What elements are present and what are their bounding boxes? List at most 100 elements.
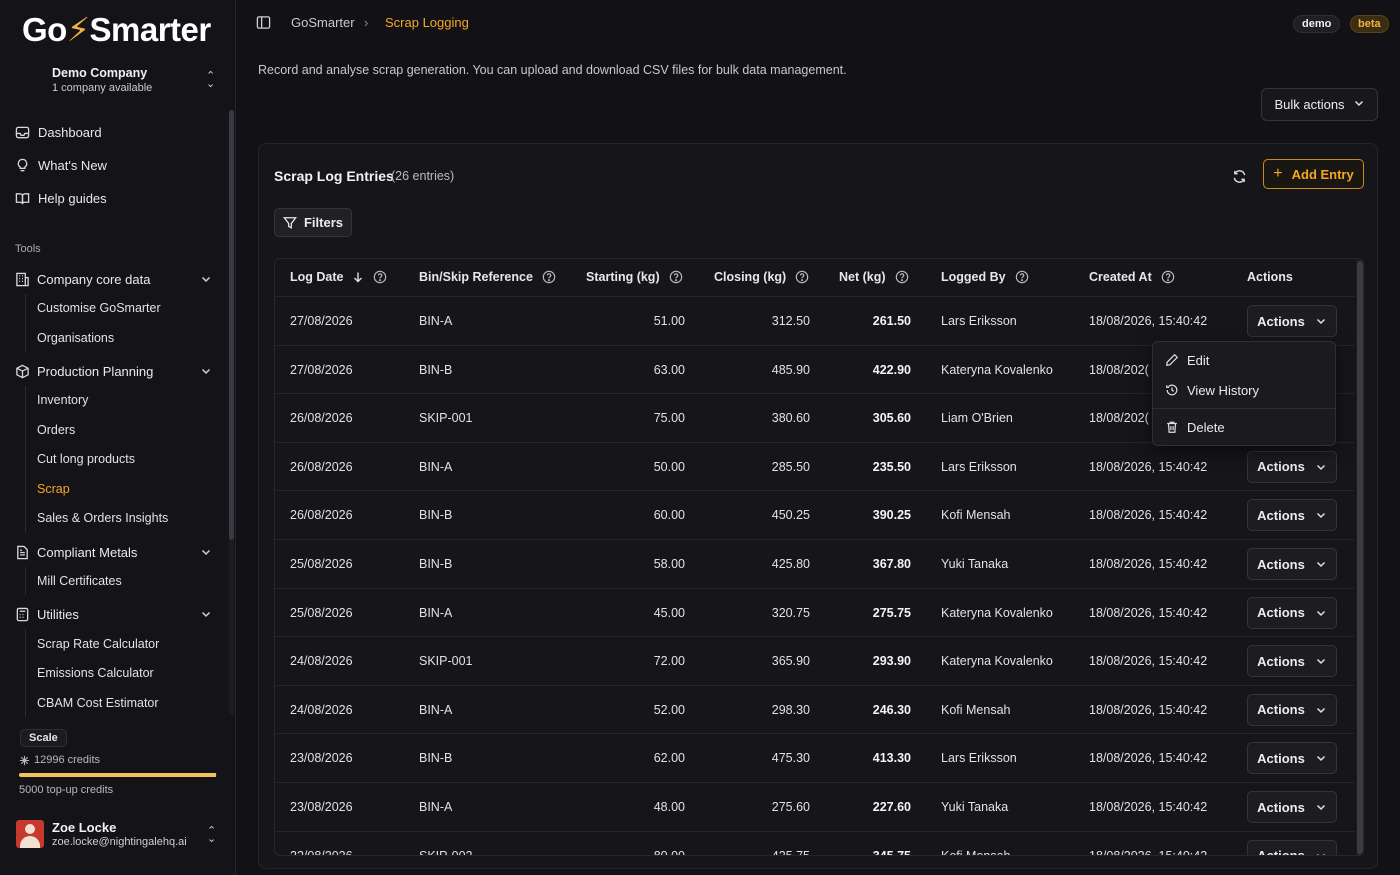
scrap-log-card: Scrap Log Entries (26 entries) + Add Entr… <box>258 143 1378 869</box>
sidebar: Go⚡Smarter Demo Company 1 company availa… <box>0 0 236 875</box>
gosmarter-logo[interactable]: Go⚡Smarter <box>22 10 211 49</box>
sidebar-group-compliant-metals[interactable]: Compliant Metals <box>14 540 214 564</box>
table-row[interactable]: 26/08/2026 BIN-B 60.00 450.25 390.25 Kofi Men… <box>275 491 1355 540</box>
add-entry-button[interactable]: + Add Entry <box>1263 159 1364 189</box>
row-actions-button[interactable]: Actions <box>1247 450 1337 483</box>
user-menu[interactable]: Zoe Locke zoe.locke@nightingalehq.ai ⌃ ⌄ <box>14 818 224 852</box>
sidebar-item-sales-insights[interactable]: Sales & Orders Insights <box>37 511 168 525</box>
table-row[interactable]: 25/08/2026 BIN-B 58.00 425.80 367.80 Yuki Tan… <box>275 540 1355 589</box>
cell-starting: 50.00 <box>653 459 685 474</box>
sparkle-icon <box>19 755 30 766</box>
sidebar-label: Help guides <box>38 190 107 206</box>
sidebar-label: Utilities <box>37 606 79 622</box>
company-name: Demo Company <box>52 66 148 80</box>
cell-log-date: 24/08/2026 <box>290 654 353 669</box>
row-actions-button[interactable]: Actions <box>1247 645 1337 678</box>
sidebar-label: Compliant Metals <box>37 544 138 560</box>
row-actions-button[interactable]: Actions <box>1247 305 1337 337</box>
help-circle-icon[interactable] <box>1015 270 1029 284</box>
row-actions-button[interactable]: Actions <box>1247 596 1337 629</box>
row-actions-button[interactable]: Actions <box>1247 791 1337 823</box>
bulk-actions-label: Bulk actions <box>1274 97 1345 112</box>
sidebar-item-cbam-cost-estimator[interactable]: CBAM Cost Estimator <box>37 696 159 710</box>
cell-net: 345.75 <box>872 848 911 856</box>
filters-button[interactable]: Filters <box>274 208 352 237</box>
sidebar-item-dashboard[interactable]: Dashboard <box>14 120 102 144</box>
sidebar-item-mill-certificates[interactable]: Mill Certificates <box>37 574 122 588</box>
sidebar-item-inventory[interactable]: Inventory <box>37 393 88 407</box>
menu-item-delete[interactable]: Delete <box>1165 416 1225 438</box>
column-header-created-at[interactable]: Created At <box>1089 270 1175 284</box>
menu-item-edit[interactable]: Edit <box>1165 349 1209 371</box>
sidebar-item-scrap-rate-calculator[interactable]: Scrap Rate Calculator <box>37 637 159 651</box>
company-switcher[interactable]: Demo Company 1 company available <box>52 66 222 94</box>
table-row[interactable]: 26/08/2026 BIN-A 50.00 285.50 235.50 Lars Eri… <box>275 443 1355 492</box>
help-circle-icon[interactable] <box>373 270 387 284</box>
sidebar-item-help-guides[interactable]: Help guides <box>14 186 107 210</box>
table-row[interactable]: 23/08/2026 BIN-B 62.00 475.30 413.30 Lars Eri… <box>275 734 1355 783</box>
row-actions-button[interactable]: Actions <box>1247 499 1337 532</box>
cell-log-date: 23/08/2026 <box>290 751 353 766</box>
inbox-icon <box>14 124 30 140</box>
table-row[interactable]: 24/08/2026 BIN-A 52.00 298.30 246.30 Kofi Men… <box>275 686 1355 735</box>
cell-log-date: 26/08/2026 <box>290 508 353 523</box>
table-row[interactable]: 25/08/2026 BIN-A 45.00 320.75 275.75 Kateryna… <box>275 589 1355 638</box>
table-row[interactable]: 24/08/2026 SKIP-001 72.00 365.90 293.90 Kater… <box>275 637 1355 686</box>
sidebar-toggle-icon[interactable] <box>256 15 271 33</box>
topup-credits: 5000 top-up credits <box>19 784 114 796</box>
chevron-up-down-icon[interactable]: ⌃ ⌄ <box>207 826 216 845</box>
sidebar-item-whats-new[interactable]: What's New <box>14 153 107 177</box>
box-icon <box>14 363 30 379</box>
table-row[interactable]: 27/08/2026 BIN-A 51.00 312.50 261.50 Lars Eri… <box>275 297 1355 346</box>
menu-item-view-history[interactable]: View History <box>1165 379 1259 401</box>
actions-label: Actions <box>1257 556 1305 572</box>
help-circle-icon[interactable] <box>795 270 809 284</box>
cell-bin-reference: BIN-A <box>419 314 453 328</box>
sidebar-item-cut-long-products[interactable]: Cut long products <box>37 452 135 466</box>
column-header-logged-by[interactable]: Logged By <box>941 270 1029 284</box>
help-circle-icon[interactable] <box>669 270 683 284</box>
row-actions-button[interactable]: Actions <box>1247 693 1337 726</box>
bulk-actions-button[interactable]: Bulk actions <box>1261 88 1378 121</box>
cell-closing: 275.60 <box>771 800 810 814</box>
chevron-up-down-icon[interactable]: ⌃ ⌄ <box>206 71 215 90</box>
breadcrumb-root[interactable]: GoSmarter <box>291 15 355 30</box>
cell-created-at: 18/08/2026, 15:40:42 <box>1089 751 1208 766</box>
sort-down-icon[interactable] <box>352 271 364 283</box>
sidebar-scrollbar-thumb[interactable] <box>229 110 234 540</box>
row-actions-button[interactable]: Actions <box>1247 742 1337 775</box>
help-circle-icon[interactable] <box>895 270 909 284</box>
actions-label: Actions <box>1257 605 1305 621</box>
cell-net: 422.90 <box>872 362 911 377</box>
sidebar-group-production-planning[interactable]: Production Planning <box>14 359 214 383</box>
table-scrollbar-thumb[interactable] <box>1357 261 1363 855</box>
cell-created-at: 18/08/2026, 15:40:42 <box>1089 508 1208 523</box>
help-circle-icon[interactable] <box>542 270 556 284</box>
sidebar-item-customise[interactable]: Customise GoSmarter <box>37 301 161 315</box>
column-header-starting[interactable]: Starting (kg) <box>586 270 683 284</box>
row-actions-button[interactable]: Actions <box>1247 839 1337 856</box>
cell-logged-by: Yuki Tanaka <box>941 800 1009 814</box>
column-header-net[interactable]: Net (kg) <box>839 270 909 284</box>
avatar <box>16 820 44 848</box>
table-row[interactable]: 22/08/2026 SKIP-002 80.00 425.75 345.75 Kofi … <box>275 832 1355 856</box>
add-entry-label: Add Entry <box>1291 166 1354 182</box>
sidebar-group-utilities[interactable]: Utilities <box>14 602 214 626</box>
row-actions-button[interactable]: Actions <box>1247 548 1337 580</box>
sidebar-item-scrap[interactable]: Scrap <box>37 482 70 496</box>
cell-bin-reference: BIN-B <box>419 751 453 766</box>
sidebar-item-emissions-calculator[interactable]: Emissions Calculator <box>37 666 154 680</box>
column-header-closing[interactable]: Closing (kg) <box>714 270 809 284</box>
help-circle-icon[interactable] <box>1161 270 1175 284</box>
actions-label: Actions <box>1257 848 1305 856</box>
sidebar-group-company-core-data[interactable]: Company core data <box>14 267 214 291</box>
sidebar-item-organisations[interactable]: Organisations <box>37 331 114 345</box>
actions-label: Actions <box>1257 459 1305 475</box>
refresh-icon[interactable] <box>1230 167 1248 185</box>
cell-logged-by: Kofi Mensah <box>941 848 1011 856</box>
sidebar-item-orders[interactable]: Orders <box>37 423 75 437</box>
column-header-bin-reference[interactable]: Bin/Skip Reference <box>419 270 556 284</box>
table-row[interactable]: 23/08/2026 BIN-A 48.00 275.60 227.60 Yuki Tan… <box>275 783 1355 832</box>
cell-logged-by: Liam O'Brien <box>941 411 1013 426</box>
column-header-log-date[interactable]: Log Date <box>290 270 387 284</box>
